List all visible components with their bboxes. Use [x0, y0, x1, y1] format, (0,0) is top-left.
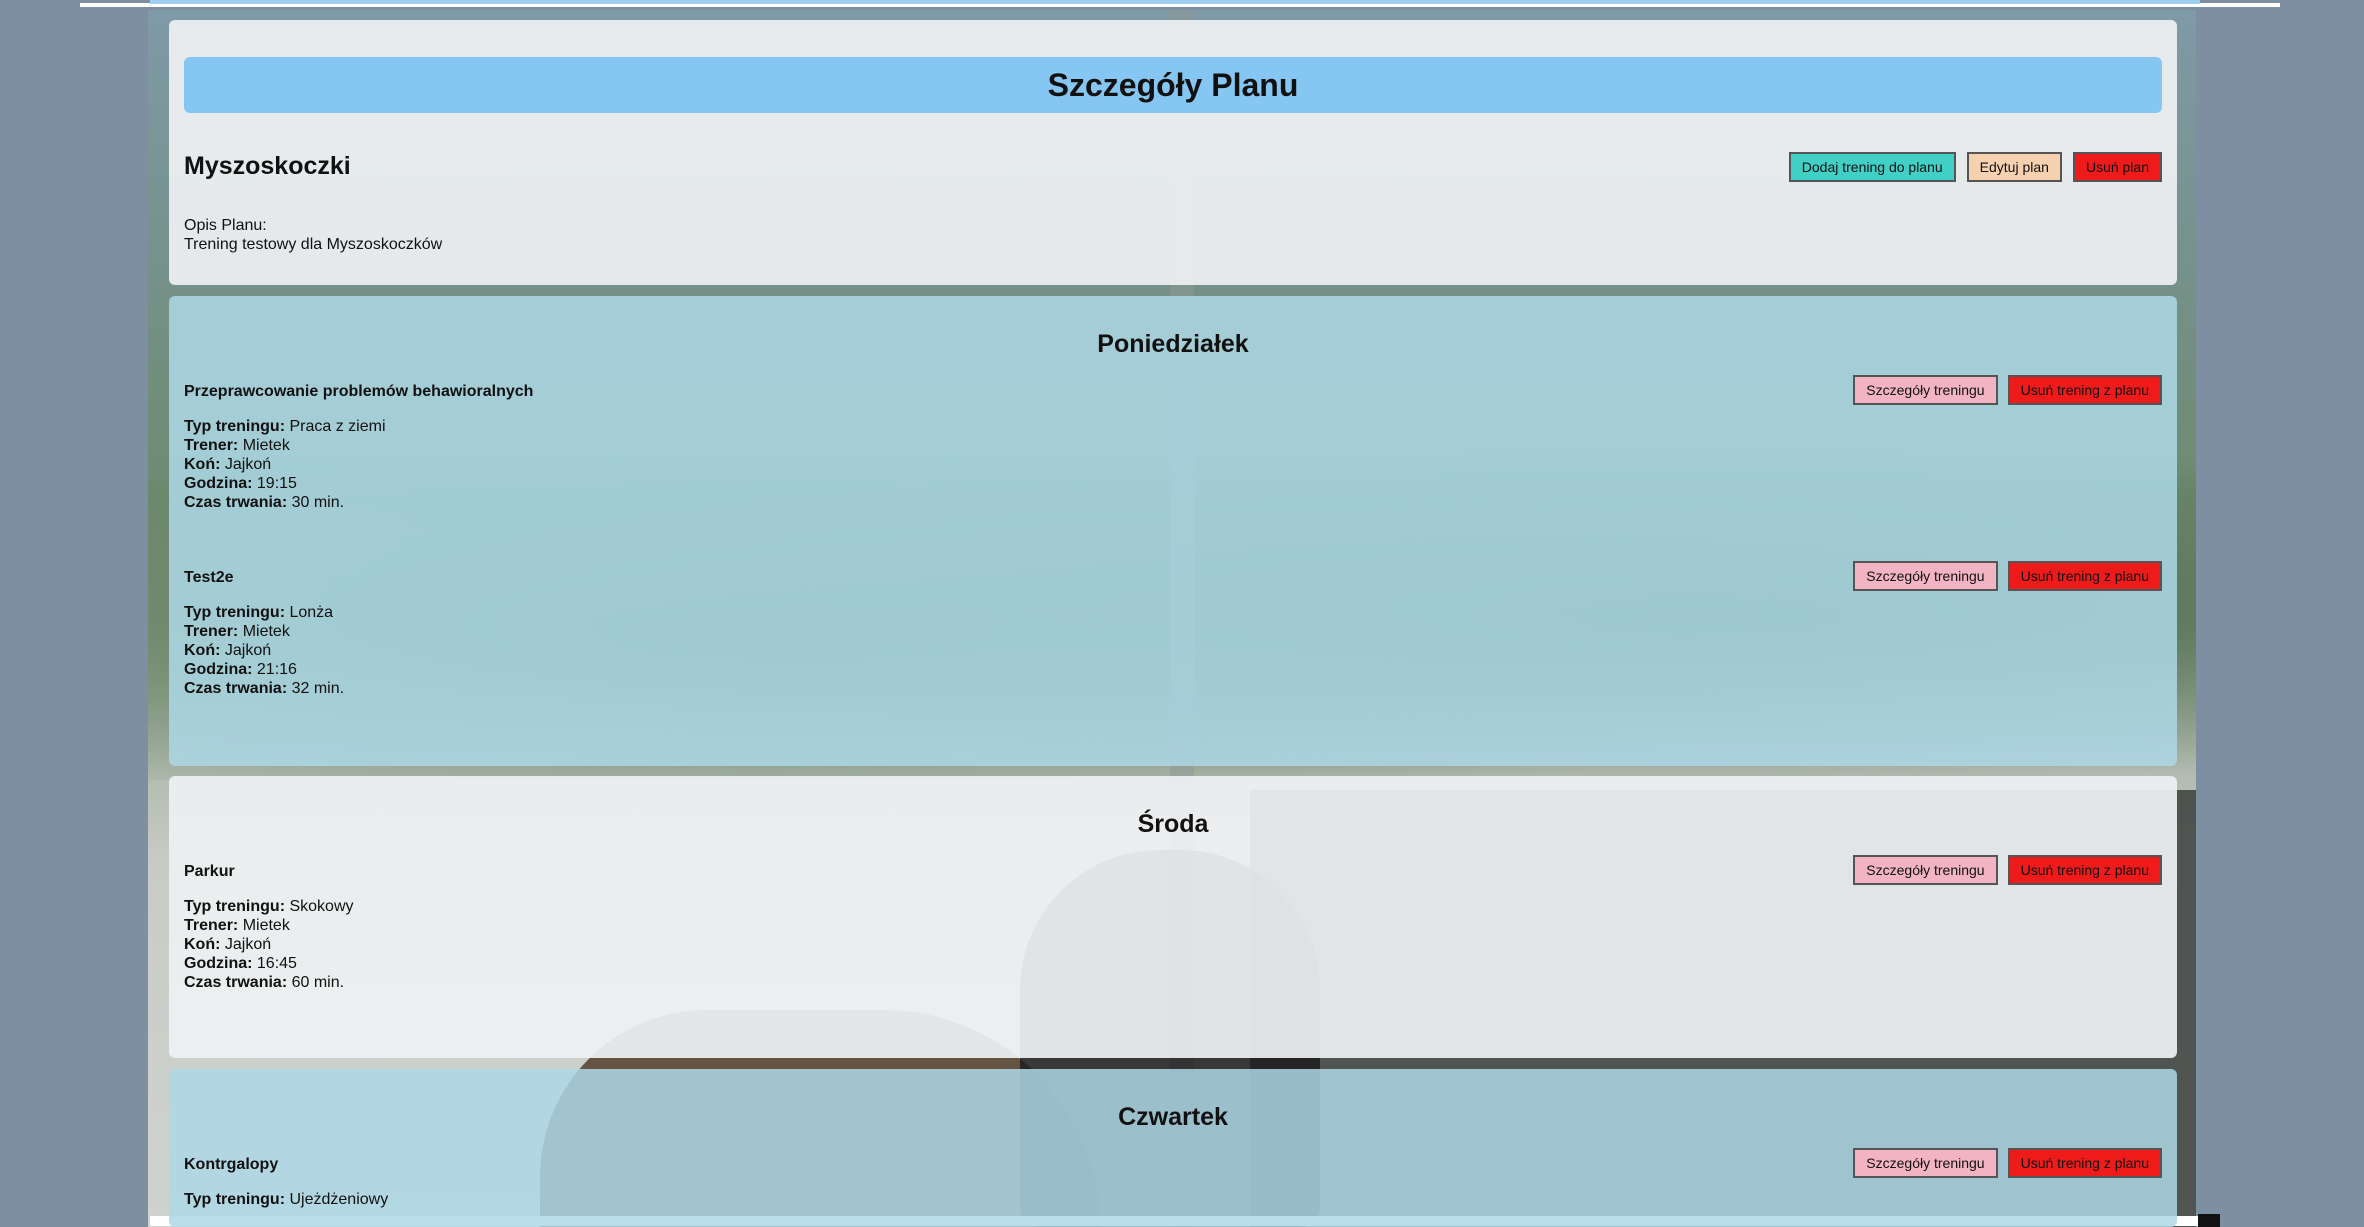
trainer-value: Mietek: [242, 623, 290, 640]
plan-actions: Dodaj trening do planu Edytuj plan Usuń …: [1788, 152, 2162, 182]
training-details-button[interactable]: Szczegóły treningu: [1853, 1148, 1998, 1178]
time-label: Godzina:: [184, 661, 253, 678]
top-band-accent: [150, 0, 2200, 4]
day-panel-thursday: Czwartek Kontrgalopy Szczegóły treningu …: [169, 1069, 2177, 1227]
type-label: Typ treningu:: [184, 604, 286, 621]
plan-description-label: Opis Planu:: [184, 217, 267, 234]
trainer-value: Mietek: [242, 917, 290, 934]
horse-value: Jajkoń: [224, 642, 272, 659]
remove-training-button[interactable]: Usuń trening z planu: [2007, 375, 2162, 405]
type-value: Ujeżdżeniowy: [289, 1191, 389, 1208]
edit-plan-button[interactable]: Edytuj plan: [1966, 152, 2062, 182]
horse-label: Koń:: [184, 642, 221, 659]
training-actions: Szczegóły treningu Usuń trening z planu: [1853, 375, 2162, 405]
training-details: Typ treningu: Praca z ziemi Trener: Miet…: [184, 417, 386, 512]
duration-label: Czas trwania:: [184, 680, 288, 697]
time-label: Godzina:: [184, 475, 253, 492]
day-title: Czwartek: [1118, 1103, 1228, 1131]
add-training-button[interactable]: Dodaj trening do planu: [1788, 152, 1956, 182]
training-actions: Szczegóły treningu Usuń trening z planu: [1853, 1148, 2162, 1178]
training-name: Przeprawcowanie problemów behawioralnych: [184, 383, 534, 400]
trainer-label: Trener:: [184, 623, 239, 640]
plan-name: Myszoskoczki: [184, 152, 351, 180]
time-value: 19:15: [256, 475, 297, 492]
training-details-button[interactable]: Szczegóły treningu: [1853, 375, 1998, 405]
page-title: Szczegóły Planu: [184, 57, 2162, 113]
trainer-value: Mietek: [242, 437, 290, 454]
duration-label: Czas trwania:: [184, 974, 288, 991]
training-name: Test2e: [184, 569, 234, 586]
day-title: Środa: [1137, 810, 1209, 838]
day-panel-wednesday: Środa Parkur Szczegóły treningu Usuń tre…: [169, 776, 2177, 1058]
plan-description: Opis Planu: Trening testowy dla Myszosko…: [184, 216, 442, 254]
bottom-band-marker: [2198, 1214, 2220, 1227]
horse-value: Jajkoń: [224, 936, 272, 953]
training-details-button[interactable]: Szczegóły treningu: [1853, 561, 1998, 591]
trainer-label: Trener:: [184, 437, 239, 454]
trainer-label: Trener:: [184, 917, 239, 934]
remove-training-button[interactable]: Usuń trening z planu: [2007, 561, 2162, 591]
duration-value: 60 min.: [291, 974, 345, 991]
duration-label: Czas trwania:: [184, 494, 288, 511]
type-label: Typ treningu:: [184, 898, 286, 915]
training-actions: Szczegóły treningu Usuń trening z planu: [1853, 855, 2162, 885]
day-title: Poniedziałek: [1097, 330, 1249, 358]
training-name: Parkur: [184, 863, 235, 880]
delete-plan-button[interactable]: Usuń plan: [2072, 152, 2162, 182]
training-name: Kontrgalopy: [184, 1156, 279, 1173]
day-panel-monday: Poniedziałek Przeprawcowanie problemów b…: [169, 296, 2177, 766]
time-value: 21:16: [256, 661, 297, 678]
remove-training-button[interactable]: Usuń trening z planu: [2007, 1148, 2162, 1178]
duration-value: 30 min.: [291, 494, 345, 511]
duration-value: 32 min.: [291, 680, 345, 697]
type-value: Praca z ziemi: [289, 418, 386, 435]
training-details-button[interactable]: Szczegóły treningu: [1853, 855, 1998, 885]
training-actions: Szczegóły treningu Usuń trening z planu: [1853, 561, 2162, 591]
horse-label: Koń:: [184, 936, 221, 953]
plan-header-panel: Szczegóły Planu Myszoskoczki Dodaj treni…: [169, 20, 2177, 285]
plan-description-text: Trening testowy dla Myszoskoczków: [184, 236, 443, 253]
remove-training-button[interactable]: Usuń trening z planu: [2007, 855, 2162, 885]
type-value: Lonża: [289, 604, 334, 621]
horse-label: Koń:: [184, 456, 221, 473]
type-label: Typ treningu:: [184, 1191, 286, 1208]
training-details: Typ treningu: Lonża Trener: Mietek Koń: …: [184, 603, 344, 698]
type-value: Skokowy: [289, 898, 354, 915]
type-label: Typ treningu:: [184, 418, 286, 435]
time-value: 16:45: [256, 955, 297, 972]
time-label: Godzina:: [184, 955, 253, 972]
horse-value: Jajkoń: [224, 456, 272, 473]
training-details: Typ treningu: Ujeżdżeniowy: [184, 1190, 388, 1209]
training-details: Typ treningu: Skokowy Trener: Mietek Koń…: [184, 897, 354, 992]
